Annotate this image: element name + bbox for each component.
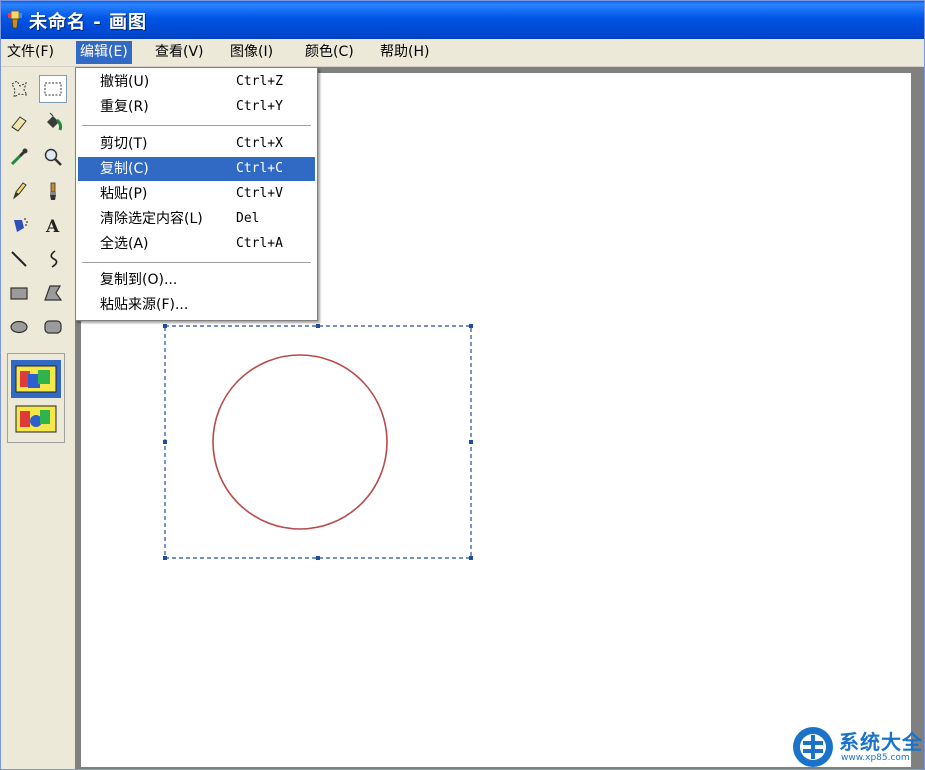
- menu-clear-selection[interactable]: 清除选定内容(L) Del: [78, 207, 315, 231]
- menu-paste-from[interactable]: 粘贴来源(F)...: [78, 293, 315, 317]
- magnifier-icon[interactable]: [39, 143, 67, 171]
- menu-undo-label: 撤销(U): [100, 74, 150, 90]
- selection-handle[interactable]: [469, 556, 473, 560]
- site-watermark: 系统大全 www.xp85.com: [791, 723, 924, 769]
- drawn-circle: [212, 354, 388, 530]
- paint-app-icon: [8, 10, 22, 29]
- airbrush-icon[interactable]: [5, 211, 33, 239]
- opaque-selection-icon[interactable]: [11, 360, 61, 398]
- tool-options-panel: [7, 353, 65, 443]
- menu-redo[interactable]: 重复(R) Ctrl+Y: [78, 95, 315, 119]
- free-form-select-icon[interactable]: [5, 75, 33, 103]
- menu-cut[interactable]: 剪切(T) Ctrl+X: [78, 132, 315, 156]
- menu-separator: [82, 262, 311, 263]
- menu-copy-to-label: 复制到(O)...: [100, 272, 178, 288]
- toolbox: A: [1, 67, 75, 769]
- menu-paste[interactable]: 粘贴(P) Ctrl+V: [78, 182, 315, 206]
- menu-copy[interactable]: 复制(C) Ctrl+C: [78, 157, 315, 181]
- text-icon[interactable]: A: [39, 211, 67, 239]
- selection-handle[interactable]: [469, 440, 473, 444]
- polygon-icon[interactable]: [39, 279, 67, 307]
- svg-text:A: A: [45, 217, 60, 236]
- watermark-logo-icon: [793, 727, 833, 767]
- menu-redo-label: 重复(R): [100, 99, 149, 115]
- menu-image[interactable]: 图像(I): [226, 41, 277, 64]
- line-icon[interactable]: [5, 245, 33, 273]
- selection-handle[interactable]: [469, 324, 473, 328]
- menu-paste-from-label: 粘贴来源(F)...: [100, 297, 189, 313]
- menu-edit[interactable]: 编辑(E): [76, 41, 132, 64]
- selection-handle[interactable]: [163, 440, 167, 444]
- selection-rectangle[interactable]: [164, 325, 472, 559]
- menu-cut-label: 剪切(T): [100, 136, 148, 152]
- window-title: 未命名 - 画图: [29, 12, 148, 33]
- menu-view[interactable]: 查看(V): [151, 41, 208, 64]
- brush-icon[interactable]: [39, 177, 67, 205]
- rectangle-select-icon[interactable]: [39, 75, 67, 103]
- pencil-icon[interactable]: [5, 177, 33, 205]
- selection-handle[interactable]: [163, 324, 167, 328]
- menu-undo[interactable]: 撤销(U) Ctrl+Z: [78, 70, 315, 94]
- menu-copy-to[interactable]: 复制到(O)...: [78, 268, 315, 292]
- menu-copy-shortcut: Ctrl+C: [236, 161, 283, 176]
- selection-handle[interactable]: [316, 324, 320, 328]
- selection-handle[interactable]: [163, 556, 167, 560]
- color-picker-icon[interactable]: [5, 143, 33, 171]
- menu-select-all-label: 全选(A): [100, 236, 149, 252]
- rectangle-icon[interactable]: [5, 279, 33, 307]
- selection-handle[interactable]: [316, 556, 320, 560]
- menu-select-all[interactable]: 全选(A) Ctrl+A: [78, 232, 315, 256]
- curve-icon[interactable]: [39, 245, 67, 273]
- transparent-selection-icon[interactable]: [11, 400, 61, 438]
- edit-dropdown-menu: 撤销(U) Ctrl+Z 重复(R) Ctrl+Y 剪切(T) Ctrl+X 复…: [75, 67, 318, 321]
- ellipse-icon[interactable]: [5, 313, 33, 341]
- menu-redo-shortcut: Ctrl+Y: [236, 99, 283, 114]
- menu-select-all-shortcut: Ctrl+A: [236, 236, 283, 251]
- menu-bar: 文件(F) 编辑(E) 查看(V) 图像(I) 颜色(C) 帮助(H): [1, 39, 924, 67]
- menu-copy-label: 复制(C): [100, 161, 149, 177]
- title-bar[interactable]: 未命名 - 画图: [1, 1, 924, 39]
- menu-separator: [82, 125, 311, 126]
- paint-window: 未命名 - 画图 文件(F) 编辑(E) 查看(V) 图像(I) 颜色(C) 帮…: [0, 0, 925, 770]
- menu-colors[interactable]: 颜色(C): [301, 41, 358, 64]
- menu-paste-shortcut: Ctrl+V: [236, 186, 283, 201]
- menu-clear-selection-label: 清除选定内容(L): [100, 211, 203, 227]
- menu-undo-shortcut: Ctrl+Z: [236, 74, 283, 89]
- menu-help[interactable]: 帮助(H): [376, 41, 433, 64]
- rounded-rectangle-icon[interactable]: [39, 313, 67, 341]
- eraser-icon[interactable]: [5, 109, 33, 137]
- watermark-url: www.xp85.com: [841, 753, 910, 763]
- menu-clear-selection-shortcut: Del: [236, 211, 260, 226]
- fill-bucket-icon[interactable]: [39, 109, 67, 137]
- menu-paste-label: 粘贴(P): [100, 186, 148, 202]
- menu-cut-shortcut: Ctrl+X: [236, 136, 283, 151]
- menu-file[interactable]: 文件(F): [3, 41, 58, 64]
- watermark-text: 系统大全: [839, 730, 923, 754]
